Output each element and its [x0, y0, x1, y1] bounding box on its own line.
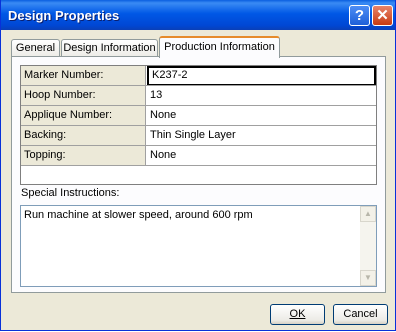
- grid-row-marker-number: Marker Number: K237-2: [21, 66, 376, 86]
- special-instructions-text: Run machine at slower speed, around 600 …: [24, 209, 253, 221]
- cancel-button[interactable]: Cancel: [333, 304, 388, 325]
- backing-field[interactable]: Thin Single Layer: [147, 126, 376, 145]
- grid-label: Backing:: [21, 126, 146, 145]
- special-instructions-label: Special Instructions:: [21, 187, 120, 199]
- ok-button[interactable]: OK: [270, 304, 325, 325]
- grid-row-backing: Backing: Thin Single Layer: [21, 126, 376, 146]
- grid-label: Marker Number:: [21, 66, 146, 85]
- grid-label: Topping:: [21, 146, 146, 165]
- dialog-window: Design Properties ? ✕ General Design Inf…: [0, 0, 396, 331]
- vertical-scrollbar[interactable]: ▲ ▼: [360, 206, 376, 286]
- grid-label: Hoop Number:: [21, 86, 146, 105]
- close-icon: ✕: [376, 7, 389, 24]
- dialog-title: Design Properties: [8, 8, 120, 23]
- marker-number-field[interactable]: K237-2: [147, 66, 376, 85]
- hoop-number-field[interactable]: 13: [147, 86, 376, 105]
- tab-general[interactable]: General: [11, 39, 60, 57]
- grid-label: Applique Number:: [21, 106, 146, 125]
- title-bar[interactable]: Design Properties ? ✕: [1, 0, 395, 30]
- grid-row-applique-number: Applique Number: None: [21, 106, 376, 126]
- grid-row-topping: Topping: None: [21, 146, 376, 166]
- applique-number-field[interactable]: None: [147, 106, 376, 125]
- property-grid: Marker Number: K237-2 Hoop Number: 13 Ap…: [20, 65, 377, 185]
- ok-label: OK: [289, 308, 306, 320]
- tab-design-information[interactable]: Design Information: [61, 39, 158, 57]
- topping-field[interactable]: None: [147, 146, 376, 165]
- help-icon: ?: [354, 7, 365, 24]
- scroll-up-arrow-icon[interactable]: ▲: [360, 206, 376, 222]
- special-instructions-textarea[interactable]: Run machine at slower speed, around 600 …: [20, 205, 377, 287]
- scroll-down-arrow-icon[interactable]: ▼: [360, 270, 376, 286]
- tab-production-information[interactable]: Production Information: [159, 36, 280, 58]
- tab-panel: Marker Number: K237-2 Hoop Number: 13 Ap…: [11, 56, 386, 293]
- grid-row-hoop-number: Hoop Number: 13: [21, 86, 376, 106]
- help-button[interactable]: ?: [349, 5, 370, 26]
- close-button[interactable]: ✕: [372, 5, 393, 26]
- cancel-label: Cancel: [343, 308, 378, 320]
